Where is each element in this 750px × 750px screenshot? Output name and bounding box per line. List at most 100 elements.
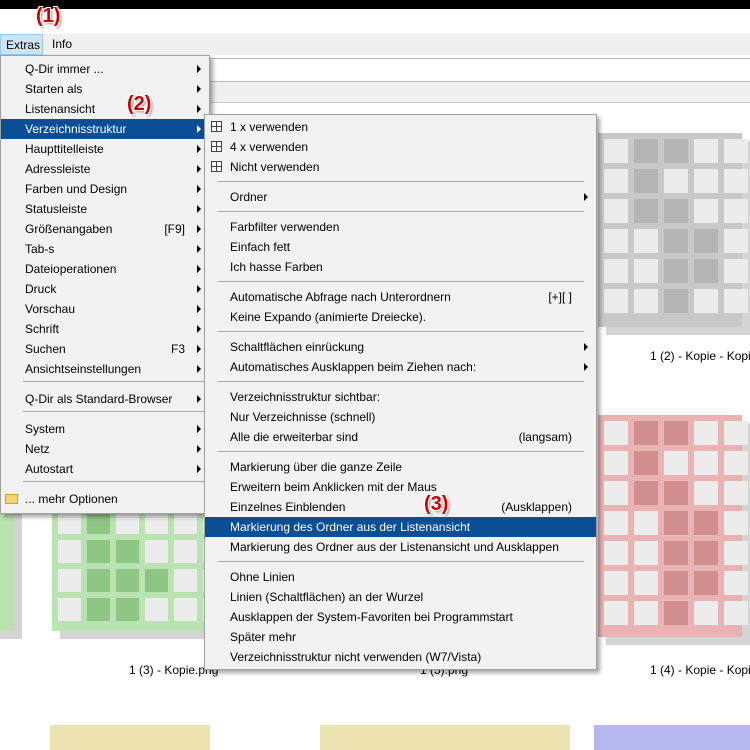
submenu-item[interactable]: Später mehr [205, 627, 596, 647]
extras-menu-item[interactable]: Vorschau [1, 299, 209, 319]
extras-menu-item[interactable]: Q-Dir als Standard-Browser [1, 389, 209, 409]
thumbnail-cell [664, 259, 688, 283]
title-bar [0, 9, 750, 34]
menu-item-label: Markierung des Ordner aus der Listenansi… [230, 540, 559, 554]
menu-extras[interactable]: Extras [0, 34, 43, 55]
thumbnail-cell [634, 169, 658, 193]
submenu-item[interactable]: Nicht verwenden [205, 157, 596, 177]
thumbnail-cell [174, 511, 197, 534]
menu-item-label: Einzelnes Einblenden [230, 500, 346, 514]
menu-item-label: Später mehr [230, 630, 297, 644]
submenu-item[interactable]: Nur Verzeichnisse (schnell) [205, 407, 596, 427]
thumbnail-cell [604, 451, 628, 475]
submenu-item[interactable]: Ordner [205, 187, 596, 207]
menu-item-label: Q-Dir als Standard-Browser [25, 392, 173, 406]
menu-item-label: Schaltflächen einrückung [230, 340, 365, 354]
submenu-arrow-icon [197, 265, 201, 273]
extras-menu-item[interactable]: Suchen F3 [1, 339, 209, 359]
thumbnail-cell [694, 511, 718, 535]
thumbnail-cell [724, 511, 748, 535]
extras-menu-item[interactable]: Adressleiste [1, 159, 209, 179]
submenu-item[interactable]: Ohne Linien [205, 567, 596, 587]
submenu-item[interactable]: Markierung über die ganze Zeile [205, 457, 596, 477]
menu-item-label: Vorschau [25, 302, 76, 316]
extras-menu-item[interactable]: Druck [1, 279, 209, 299]
submenu-item[interactable]: 1 x verwenden [205, 117, 596, 137]
extras-menu-item[interactable]: Schrift [1, 319, 209, 339]
menu-info[interactable]: Info [47, 34, 77, 55]
menu-item-label: Verzeichnisstruktur [25, 122, 127, 136]
thumbnail-yellow-1[interactable] [50, 725, 210, 750]
submenu-item[interactable]: Automatisches Ausklappen beim Ziehen nac… [205, 357, 596, 377]
extras-menu-item[interactable]: Q-Dir immer ... [1, 59, 209, 79]
thumbnail-green[interactable] [52, 505, 226, 639]
thumbnail-blue[interactable] [594, 725, 750, 750]
extras-menu-item[interactable]: System [1, 419, 209, 439]
extras-menu-item[interactable]: Netz [1, 439, 209, 459]
thumbnail-green-left[interactable] [0, 505, 22, 639]
extras-menu-item[interactable]: Größenangaben [F9] [1, 219, 209, 239]
extras-menu-item[interactable]: Farben und Design [1, 179, 209, 199]
submenu-item[interactable]: 4 x verwenden [205, 137, 596, 157]
submenu-item[interactable]: Alle die erweiterbar sind (langsam) [205, 427, 596, 447]
extras-menu-item[interactable]: Verzeichnisstruktur [1, 119, 209, 139]
submenu-item[interactable]: Markierung des Ordner aus der Listenansi… [205, 537, 596, 557]
submenu-item[interactable]: Automatische Abfrage nach Unterordnern [+… [205, 287, 596, 307]
file-caption[interactable]: 1 (2) - Kopie - Kopi [650, 349, 750, 363]
submenu-arrow-icon [197, 105, 201, 113]
thumbnail-cell [604, 289, 628, 313]
thumbnail-cell [694, 451, 718, 475]
thumbnail-cell [634, 451, 658, 475]
submenu-item[interactable]: Schaltflächen einrückung [205, 337, 596, 357]
thumbnail-cell [634, 259, 658, 283]
extras-menu-item[interactable]: Tab-s [1, 239, 209, 259]
extras-menu-item[interactable]: Dateioperationen [1, 259, 209, 279]
submenu-item[interactable]: Ich hasse Farben [205, 257, 596, 277]
extras-menu-item[interactable]: Listenansicht [1, 99, 209, 119]
thumbnail-cell [634, 229, 658, 253]
extras-menu-item[interactable]: Starten als [1, 79, 209, 99]
submenu-item[interactable]: Verzeichnisstruktur sichtbar: [205, 387, 596, 407]
thumbnail-cell [604, 199, 628, 223]
thumbnail-cell [174, 540, 197, 563]
menu-item-label: Haupttitelleiste [25, 142, 104, 156]
thumbnail-cell [87, 511, 110, 534]
thumbnail-cell [724, 259, 748, 283]
file-caption[interactable]: 1 (4) - Kopie - Kopi [650, 663, 750, 677]
submenu-item[interactable]: Einfach fett [205, 237, 596, 257]
submenu-item[interactable]: Farbfilter verwenden [205, 217, 596, 237]
submenu-arrow-icon [197, 165, 201, 173]
submenu-item[interactable]: Erweitern beim Anklicken mit der Maus [205, 477, 596, 497]
menu-item-shortcut: [+][ ] [548, 290, 572, 304]
submenu-arrow-icon [197, 305, 201, 313]
thumbnail-cell [724, 451, 748, 475]
extras-menu-item[interactable]: Ansichtseinstellungen [1, 359, 209, 379]
submenu-item[interactable]: Ausklappen der System-Favoriten bei Prog… [205, 607, 596, 627]
thumbnail-cell [634, 541, 658, 565]
submenu-item[interactable]: Einzelnes Einblenden (Ausklappen) [205, 497, 596, 517]
extras-menu-item[interactable]: Autostart [1, 459, 209, 479]
thumbnail-red[interactable] [598, 415, 750, 645]
thumbnail-yellow-2[interactable] [320, 725, 570, 750]
submenu-item[interactable]: Markierung des Ordner aus der Listenansi… [205, 517, 596, 537]
thumbnail-gray[interactable] [598, 133, 750, 335]
extras-menu-item[interactable]: Haupttitelleiste [1, 139, 209, 159]
extras-menu-item[interactable]: Statusleiste [1, 199, 209, 219]
menu-item-label: Verzeichnisstruktur sichtbar: [230, 390, 381, 404]
menu-item-label: Linien (Schaltflächen) an der Wurzel [230, 590, 424, 604]
submenu-arrow-icon [197, 85, 201, 93]
thumbnail-cell [634, 511, 658, 535]
submenu-arrow-icon [197, 365, 201, 373]
extras-menu-item[interactable]: ... mehr Optionen [1, 489, 209, 509]
step-marker-2: (2) [127, 93, 152, 115]
thumbnail-cell [724, 571, 748, 595]
submenu-item[interactable]: Keine Expando (animierte Dreiecke). [205, 307, 596, 327]
submenu-item[interactable]: Verzeichnisstruktur nicht verwenden (W7/… [205, 647, 596, 667]
thumbnail-cell [694, 259, 718, 283]
thumbnail-cell [87, 569, 110, 592]
submenu-item[interactable]: Linien (Schaltflächen) an der Wurzel [205, 587, 596, 607]
submenu-arrow-icon [197, 285, 201, 293]
address-bar[interactable] [207, 82, 750, 103]
thumbnail-cell [58, 569, 81, 592]
menu-separator [218, 281, 584, 282]
